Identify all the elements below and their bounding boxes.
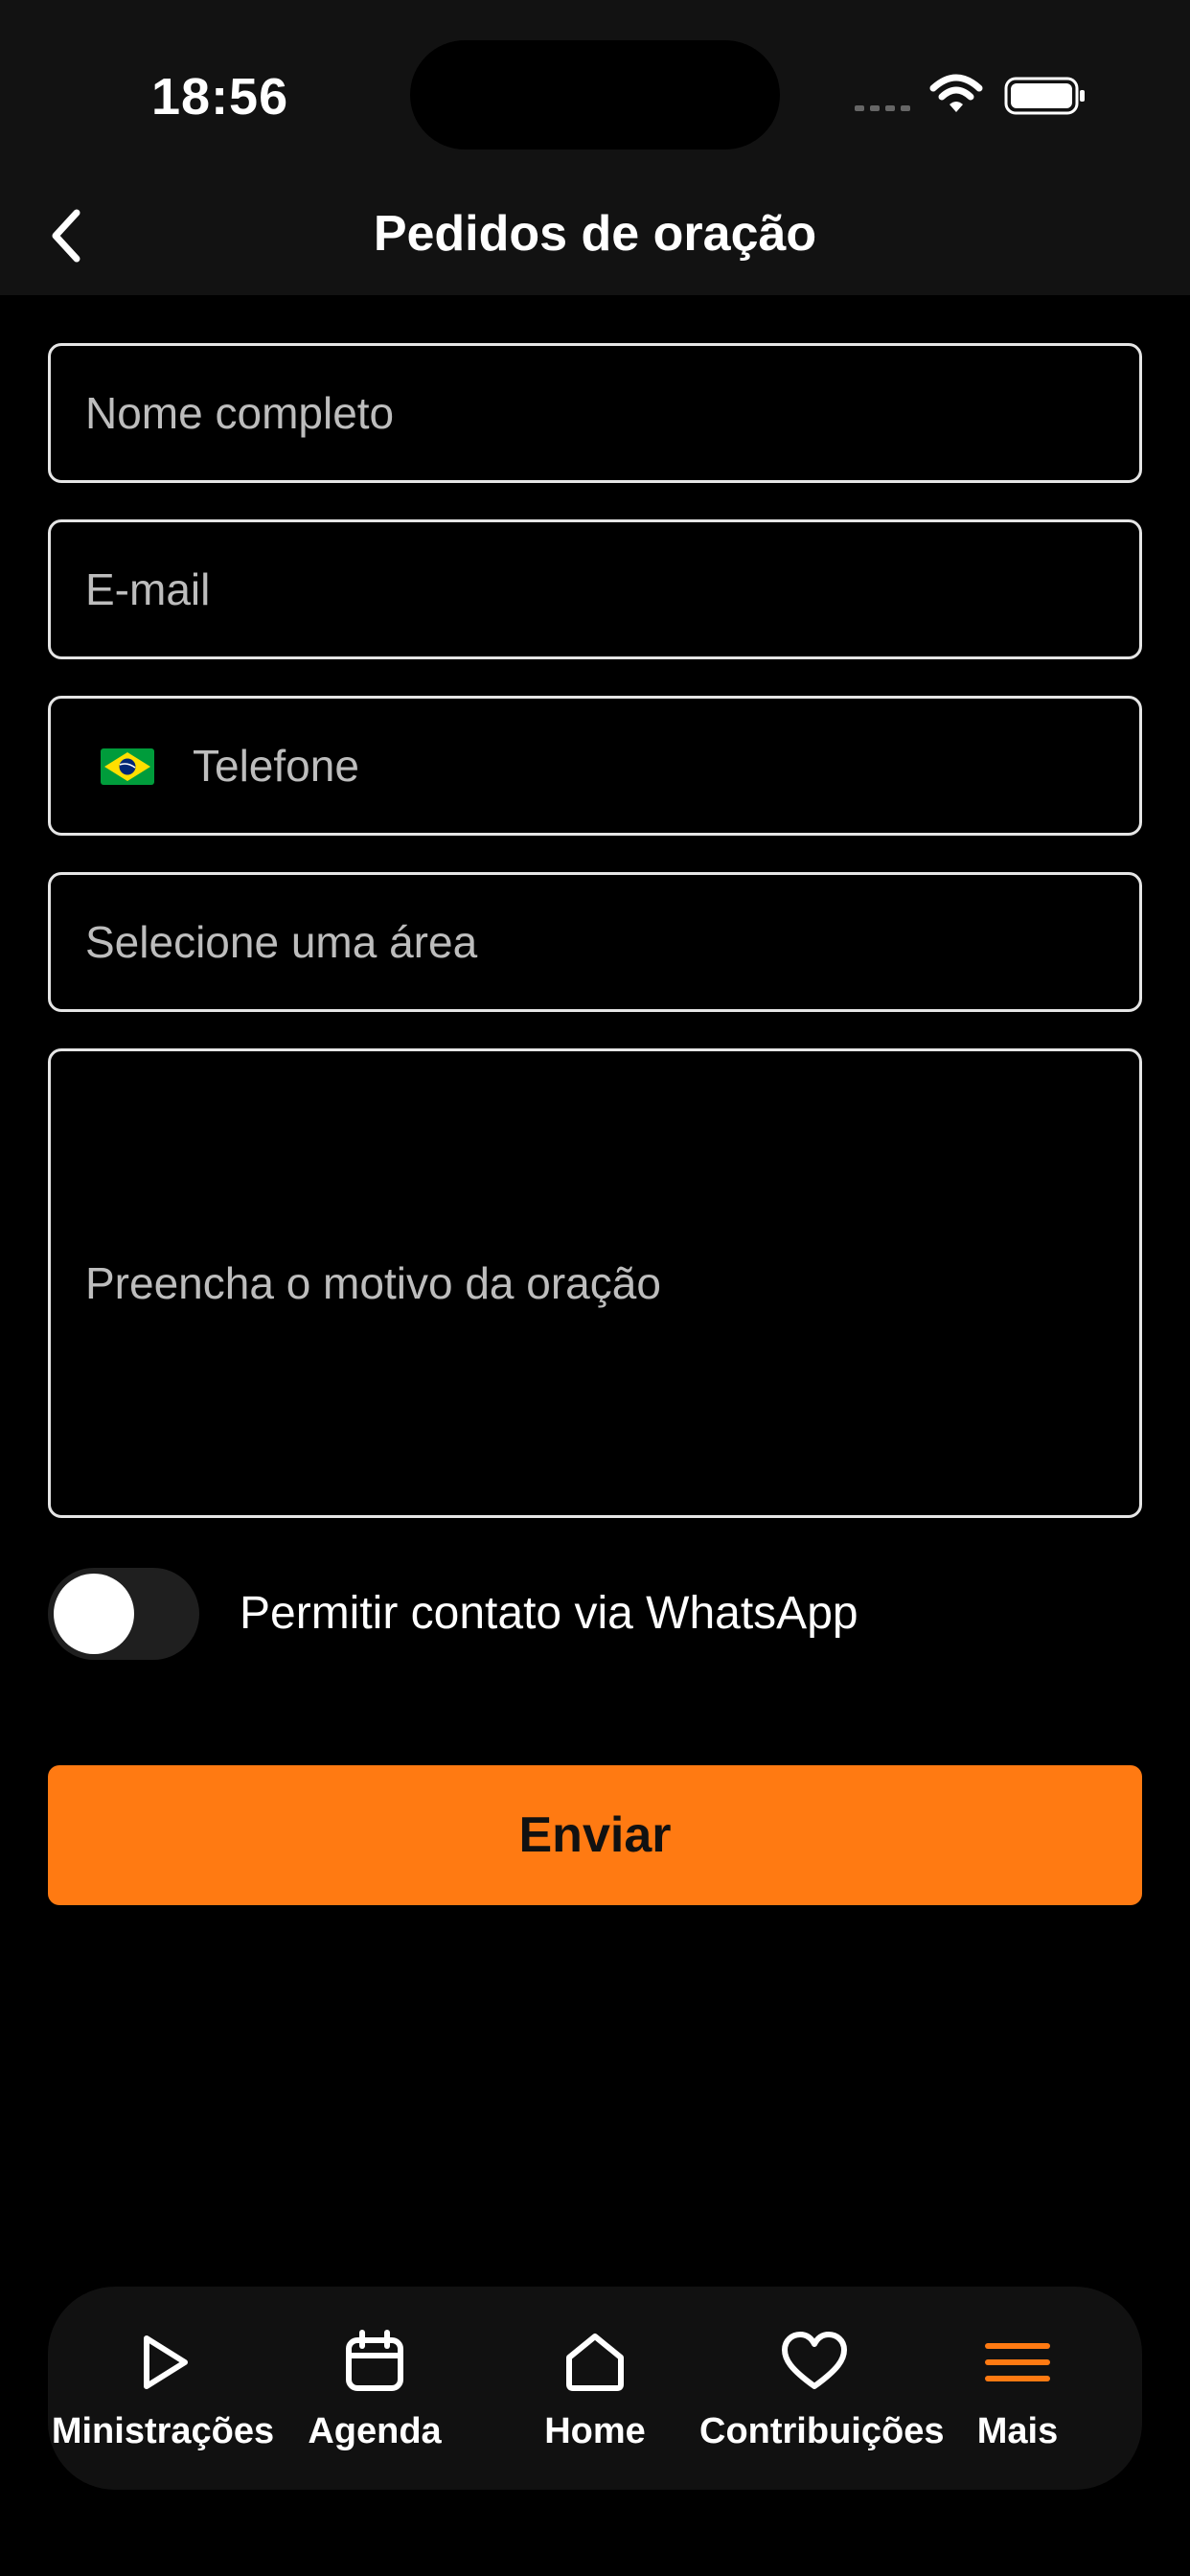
tab-label: Contribuições	[699, 2411, 945, 2451]
full-name-placeholder: Nome completo	[85, 388, 395, 438]
tab-mais[interactable]: Mais	[927, 2287, 1109, 2490]
prayer-reason-placeholder: Preencha o motivo da oração	[85, 1258, 661, 1308]
submit-button[interactable]: Enviar	[48, 1765, 1142, 1905]
full-name-field[interactable]: Nome completo	[48, 343, 1142, 483]
cellular-signal-icon	[855, 105, 910, 111]
status-time: 18:56	[151, 68, 289, 126]
email-placeholder: E-mail	[85, 564, 211, 614]
status-bar: 18:56	[0, 0, 1190, 182]
tab-home[interactable]: Home	[480, 2287, 710, 2490]
battery-icon	[1004, 77, 1085, 115]
email-field[interactable]: E-mail	[48, 519, 1142, 659]
play-icon	[144, 2335, 188, 2389]
home-icon	[566, 2334, 624, 2391]
phone-placeholder: Telefone	[193, 741, 359, 791]
whatsapp-contact-label: Permitir contato via WhatsApp	[240, 1588, 858, 1639]
wifi-icon	[929, 74, 983, 112]
dynamic-island	[410, 40, 780, 150]
prayer-reason-textarea[interactable]: Preencha o motivo da oração	[48, 1048, 1142, 1518]
tab-label: Home	[544, 2411, 646, 2451]
tab-label: Agenda	[308, 2411, 442, 2451]
tab-ministracoes[interactable]: Ministrações	[48, 2287, 278, 2490]
tab-label: Mais	[976, 2411, 1059, 2451]
whatsapp-contact-toggle[interactable]	[48, 1568, 199, 1660]
page-title: Pedidos de oração	[373, 206, 817, 262]
bottom-tab-bar: Ministrações Agenda Home Contribuições M…	[48, 2287, 1142, 2490]
heart-icon	[782, 2332, 847, 2389]
toggle-knob	[54, 1574, 134, 1654]
area-placeholder: Selecione uma área	[85, 917, 478, 967]
area-select[interactable]: Selecione uma área	[48, 872, 1142, 1012]
navigation-bar: Pedidos de oração	[0, 182, 1190, 295]
phone-field[interactable]: Telefone	[48, 696, 1142, 836]
brazil-flag-icon[interactable]	[101, 748, 154, 785]
tab-contribuicoes[interactable]: Contribuições	[699, 2287, 945, 2490]
calendar-icon	[346, 2330, 403, 2391]
tab-agenda[interactable]: Agenda	[260, 2287, 490, 2490]
tab-label: Ministrações	[51, 2411, 275, 2451]
menu-icon	[985, 2343, 1050, 2381]
